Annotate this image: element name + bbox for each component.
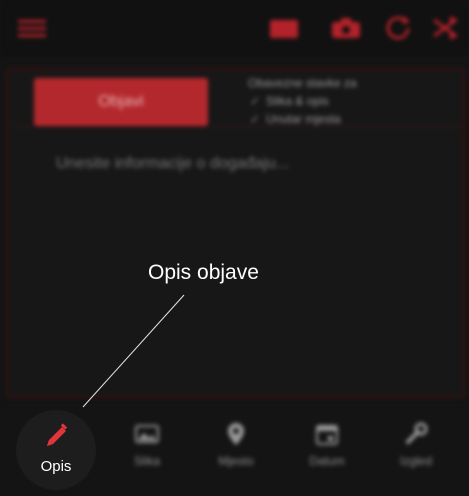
refresh-icon[interactable] xyxy=(382,14,414,42)
share-requirements-title: Obavezne stavke za xyxy=(248,76,357,90)
divider xyxy=(14,126,459,127)
top-bar xyxy=(0,0,469,56)
nav-item-label: Mjesto xyxy=(218,454,254,468)
menu-icon[interactable] xyxy=(16,14,48,42)
nav-item-slika[interactable]: Slika xyxy=(112,408,182,484)
annotation-label: Opis objave xyxy=(148,261,259,284)
publish-button[interactable]: Objavi xyxy=(34,78,208,126)
pencil-icon xyxy=(47,423,68,446)
app-window: Objavi Obavezne stavke za Slika & opis U… xyxy=(0,0,469,496)
nav-item-datum[interactable]: Datum xyxy=(292,408,362,484)
share-option-1[interactable]: Slika & opis xyxy=(248,92,357,110)
image-icon[interactable] xyxy=(268,14,300,42)
publish-button-label: Objavi xyxy=(98,93,144,110)
image-icon xyxy=(135,425,159,443)
editor-panel: Objavi Obavezne stavke za Slika & opis U… xyxy=(6,68,465,398)
camera-icon[interactable] xyxy=(330,14,362,42)
calendar-icon xyxy=(316,425,338,445)
nav-item-opis[interactable]: Opis xyxy=(20,408,92,488)
wrench-icon xyxy=(406,422,428,444)
nav-item-mjesto[interactable]: Mjesto xyxy=(201,408,271,484)
nav-item-label: Izgled xyxy=(399,454,433,468)
nav-item-izgled[interactable]: Izgled xyxy=(381,408,451,484)
nav-item-label: Datum xyxy=(309,454,345,468)
shuffle-icon[interactable] xyxy=(430,14,462,42)
nav-item-label: Slika xyxy=(133,454,160,468)
nav-item-label: Opis xyxy=(40,458,72,475)
description-input[interactable] xyxy=(54,154,438,174)
share-requirements: Obavezne stavke za Slika & opis Unutar m… xyxy=(248,74,357,128)
location-pin-icon xyxy=(228,423,244,445)
